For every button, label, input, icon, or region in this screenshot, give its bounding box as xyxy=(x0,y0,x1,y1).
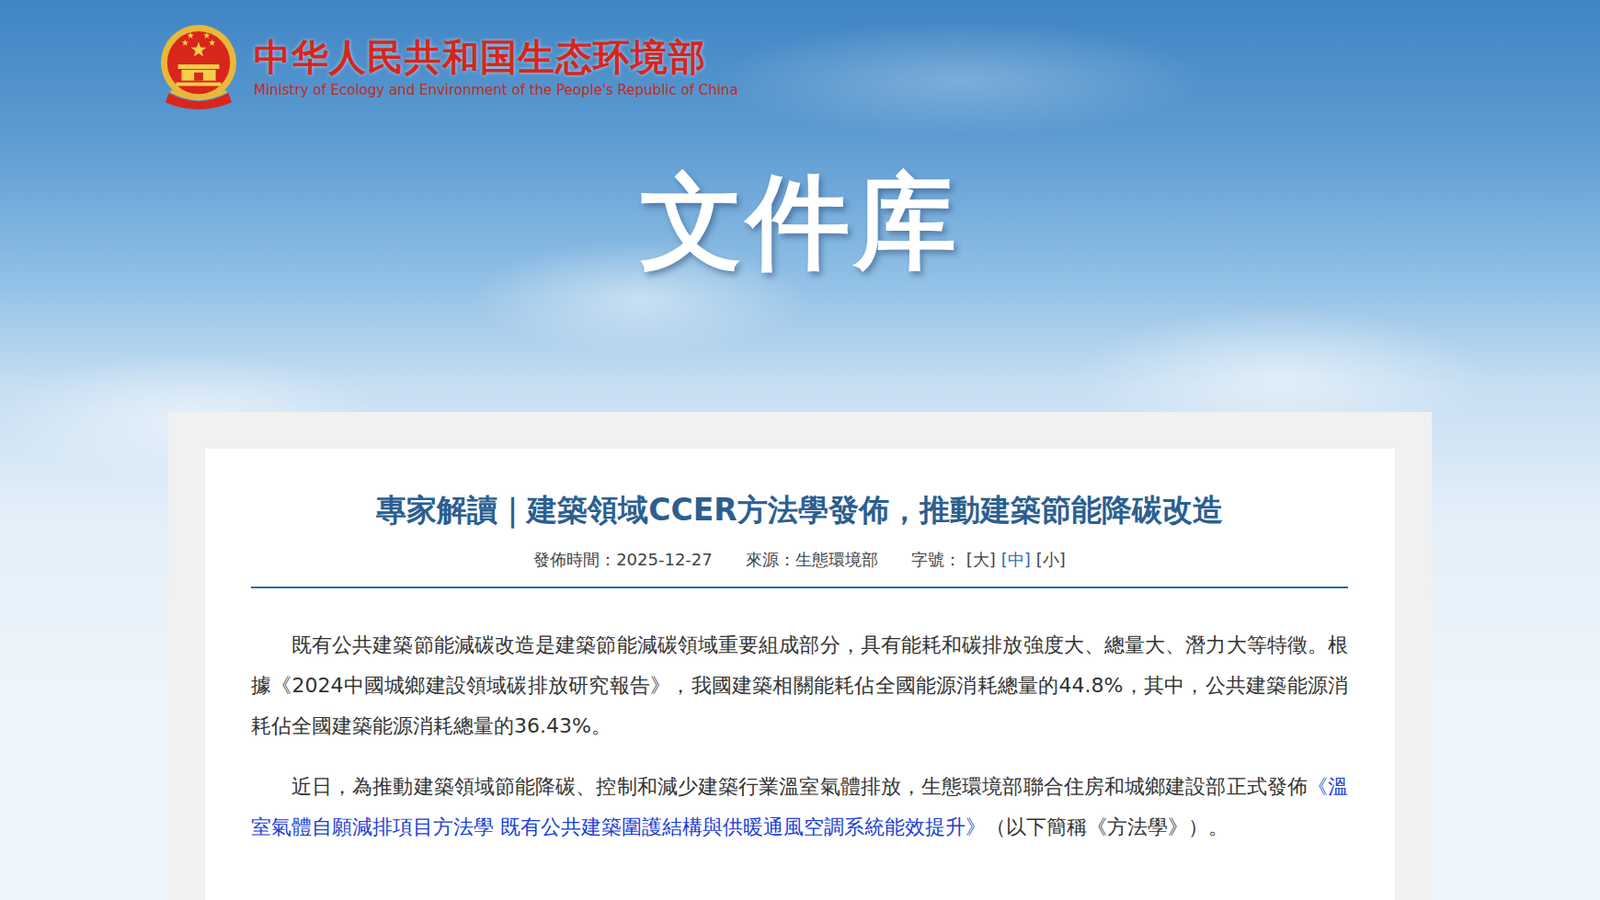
banner-title: 文件库 xyxy=(640,160,960,284)
paragraph: 既有公共建築節能減碳改造是建築節能減碳領域重要組成部分，具有能耗和碳排放強度大、… xyxy=(251,625,1349,747)
banner: 文件库 xyxy=(0,160,1600,284)
site-header: 中华人民共和国生态环境部 Ministry of Ecology and Envi… xyxy=(0,0,1600,113)
font-size-option[interactable]: [大] xyxy=(966,547,996,572)
article: 專家解讀｜建築領域CCER方法學發佈，推動建築節能降碳改造發佈時間：2025-1… xyxy=(205,448,1395,900)
site-name[interactable]: 中华人民共和国生态环境部 xyxy=(253,35,739,79)
national-emblem-icon xyxy=(158,22,240,113)
site-name-en: Ministry of Ecology and Environment of t… xyxy=(253,81,739,99)
paragraph-text: 既有公共建築節能減碳改造是建築節能減碳領域重要組成部分，具有能耗和碳排放強度大、… xyxy=(251,633,1349,738)
paragraph-text: （以下簡稱《方法學》）。 xyxy=(985,815,1229,839)
font-size-switch: 字號：[大][中][小] xyxy=(911,547,1066,572)
site-name-block: 中华人民共和国生态环境部 Ministry of Ecology and Envi… xyxy=(253,35,739,99)
font-size-option[interactable]: [小] xyxy=(1036,547,1066,572)
article-title: 專家解讀｜建築領域CCER方法學發佈，推動建築節能降碳改造 xyxy=(251,489,1349,532)
paragraph-text: 近日，為推動建築領域節能降碳、控制和減少建築行業溫室氣體排放，生態環境部聯合住房… xyxy=(291,775,1308,799)
article-meta: 發佈時間：2025-12-27 來源：生態環境部 字號：[大][中][小] xyxy=(251,547,1349,589)
paragraph: 近日，為推動建築領域節能降碳、控制和減少建築行業溫室氣體排放，生態環境部聯合住房… xyxy=(251,766,1349,848)
publish-date: 發佈時間：2025-12-27 xyxy=(533,547,713,572)
font-size-label: 字號： xyxy=(911,547,961,572)
font-size-option[interactable]: [中] xyxy=(1001,547,1031,572)
article-body: 既有公共建築節能減碳改造是建築節能減碳領域重要組成部分，具有能耗和碳排放強度大、… xyxy=(251,625,1349,848)
content-panel: 專家解讀｜建築領域CCER方法學發佈，推動建築節能降碳改造發佈時間：2025-1… xyxy=(168,411,1432,900)
page: 中华人民共和国生态环境部 Ministry of Ecology and Envi… xyxy=(0,0,1600,900)
source: 來源：生態環境部 xyxy=(745,547,879,572)
